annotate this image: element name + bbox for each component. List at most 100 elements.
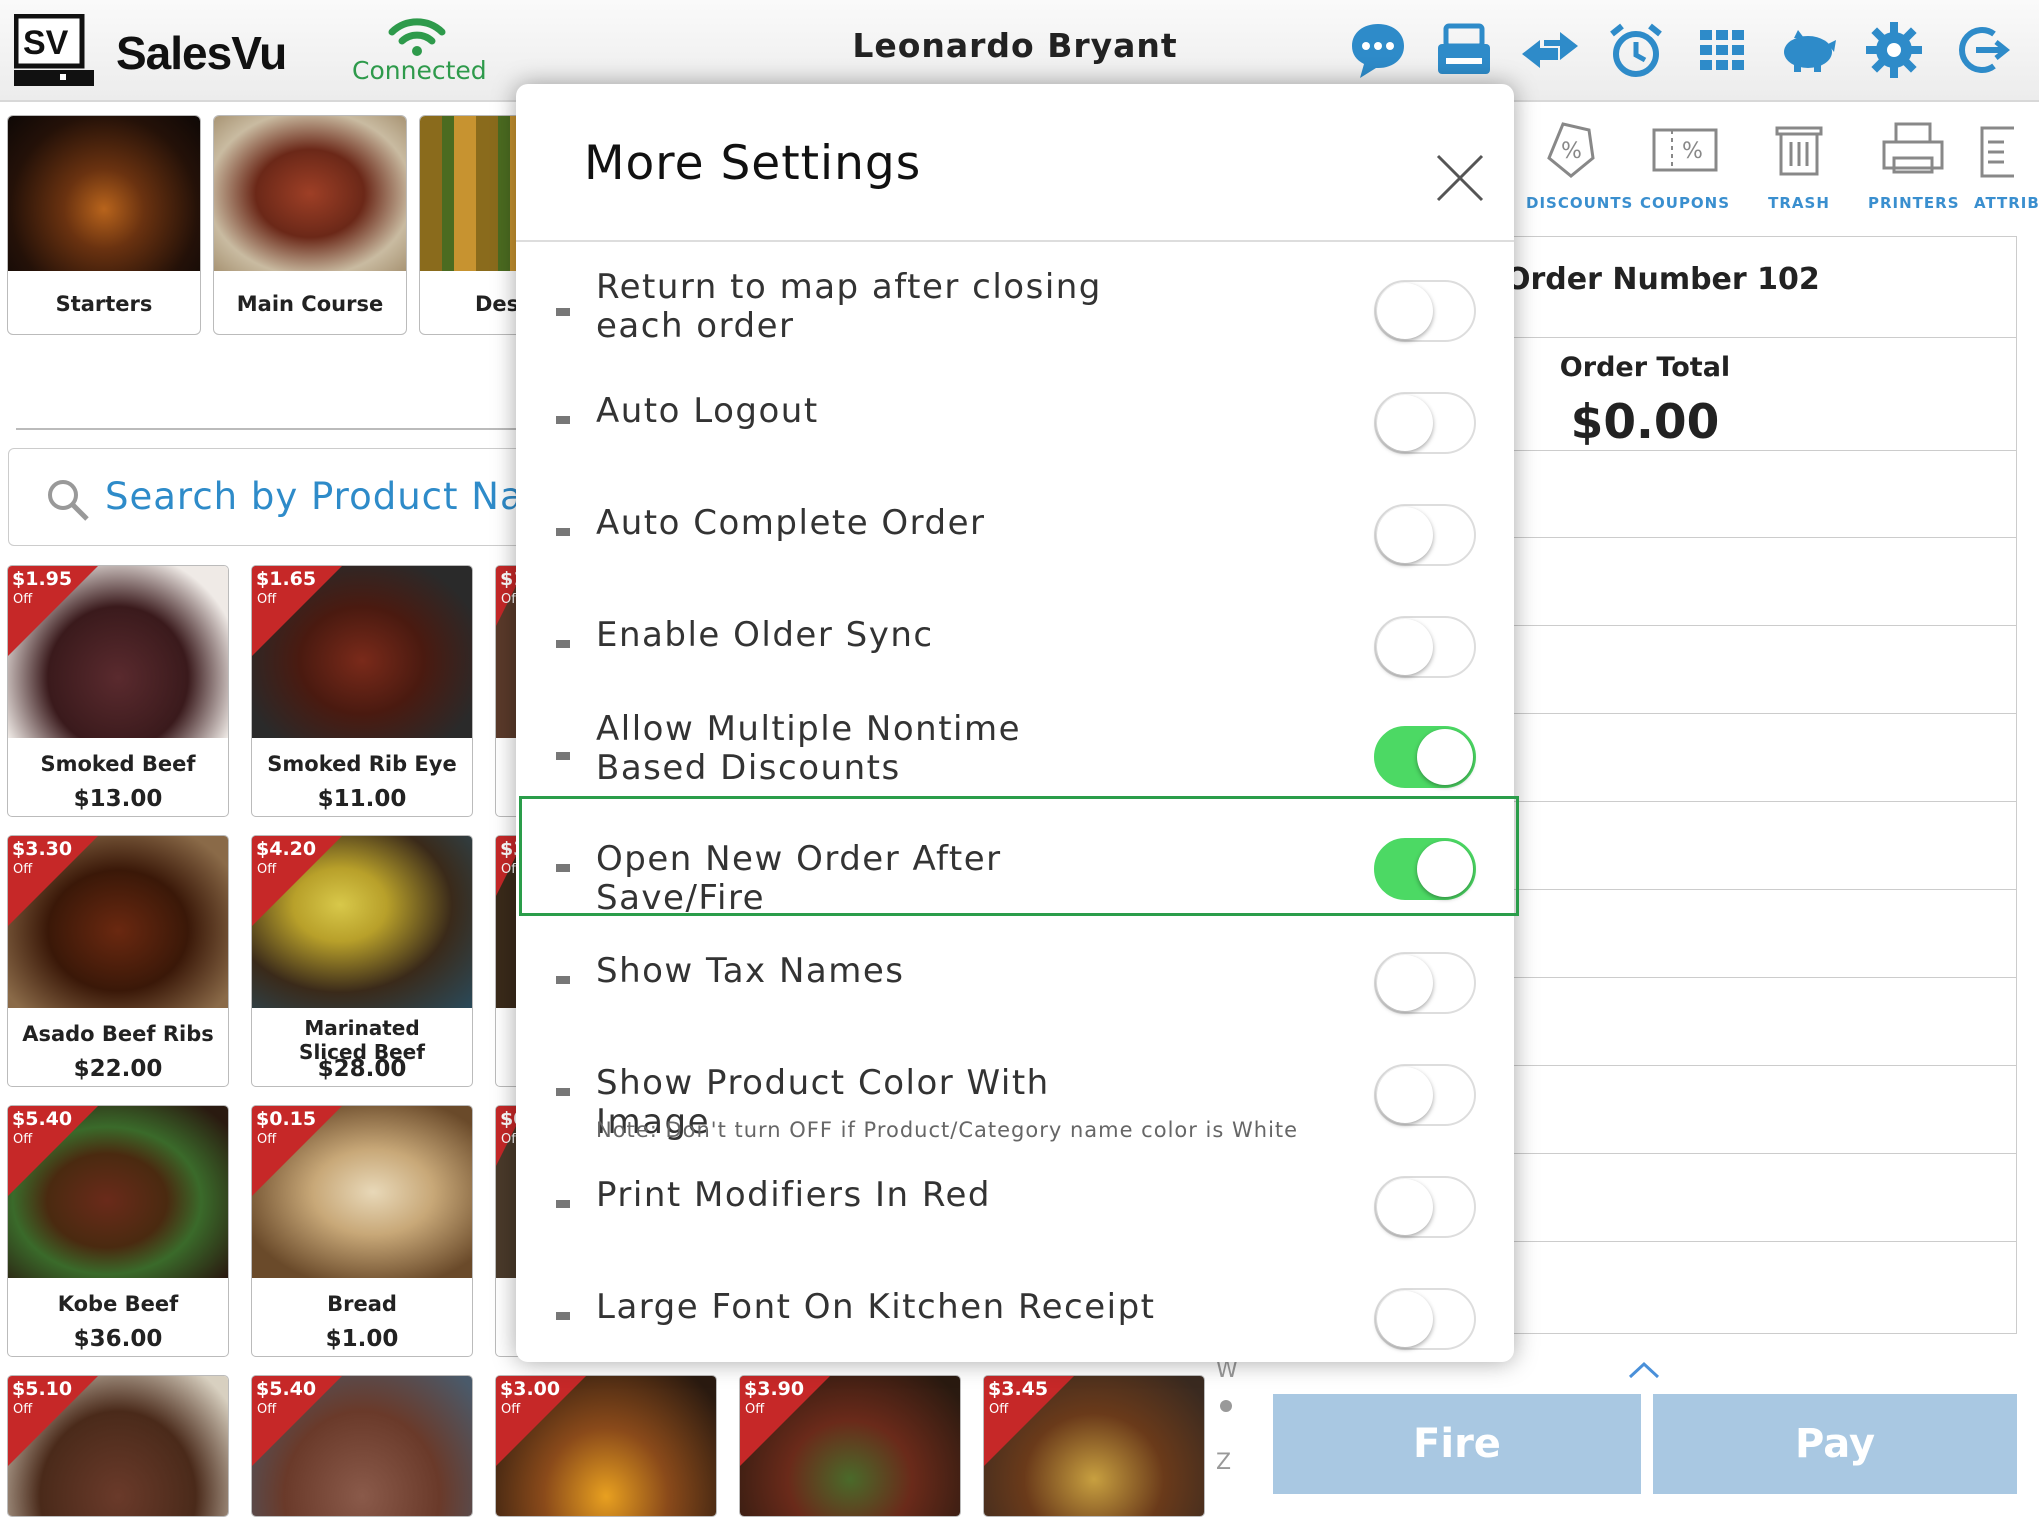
discount-off-label: Off	[257, 592, 277, 607]
setting-toggle[interactable]	[1374, 1064, 1476, 1126]
discount-amount: $5.40	[256, 1378, 317, 1400]
piggy-bank-icon[interactable]	[1776, 18, 1840, 82]
discount-off-label: Of	[501, 592, 516, 607]
fire-button[interactable]: Fire	[1273, 1394, 1641, 1494]
product-tile[interactable]: $5.10 Off	[7, 1375, 229, 1517]
grid-icon[interactable]	[1690, 18, 1754, 82]
product-marinated-sliced-beef[interactable]: $4.20 Off Marinated Sliced Beef $28.00	[251, 835, 473, 1087]
setting-print-modifiers-red: Print Modifiers In Red	[516, 1158, 1514, 1270]
divider	[1450, 889, 2016, 890]
category-image	[8, 116, 200, 271]
discount-amount: $1.95	[12, 568, 73, 590]
setting-toggle[interactable]	[1374, 616, 1476, 678]
logout-icon[interactable]	[1948, 18, 2012, 82]
product-tile[interactable]: $3.90 Off	[739, 1375, 961, 1517]
product-bread[interactable]: $0.15 Off Bread $1.00	[251, 1105, 473, 1357]
coupons-label: COUPONS	[1640, 194, 1731, 212]
divider	[1450, 450, 2016, 451]
discount-off-label: Off	[257, 1132, 277, 1147]
category-label: Starters	[55, 292, 153, 316]
close-icon[interactable]	[1432, 150, 1488, 206]
discount-off-label: Off	[745, 1402, 765, 1417]
alarm-clock-icon[interactable]	[1604, 18, 1668, 82]
setting-toggle[interactable]	[1374, 1288, 1476, 1350]
setting-label: Auto Logout	[596, 391, 819, 431]
bullet-icon	[556, 1200, 570, 1208]
clipboard-icon	[1980, 126, 2024, 178]
connection-label: Connected	[352, 56, 487, 85]
setting-label: Return to map after closing each order	[596, 267, 1102, 346]
setting-toggle[interactable]	[1374, 280, 1476, 342]
divider	[1450, 1153, 2016, 1154]
product-smoked-rib-eye[interactable]: $1.65 Off Smoked Rib Eye $11.00	[251, 565, 473, 817]
product-kobe-beef[interactable]: $5.40 Off Kobe Beef $36.00	[7, 1105, 229, 1357]
setting-toggle[interactable]	[1374, 726, 1476, 788]
product-name: Kobe Beef	[57, 1292, 179, 1316]
divider	[1450, 713, 2016, 714]
product-name: Smoked Rib Eye	[267, 752, 457, 776]
discount-off-label: Off	[257, 862, 277, 877]
discount-off-label: Off	[501, 1402, 521, 1417]
chevron-up-icon[interactable]	[1627, 1360, 1661, 1380]
trash-icon	[1775, 126, 1823, 176]
discount-off-label: Off	[13, 592, 33, 607]
setting-label: Large Font On Kitchen Receipt	[596, 1287, 1156, 1327]
bullet-icon	[556, 308, 570, 316]
gear-icon[interactable]	[1862, 18, 1926, 82]
product-smoked-beef[interactable]: $1.95 Off Smoked Beef $13.00	[7, 565, 229, 817]
divider	[1450, 537, 2016, 538]
alpha-index-dot[interactable]	[1220, 1400, 1232, 1412]
coupons-button[interactable]: % COUPONS	[1640, 118, 1730, 212]
divider	[1450, 1241, 2016, 1242]
search-placeholder: Search by Product Nam	[105, 475, 561, 518]
transfer-icon[interactable]	[1518, 18, 1582, 82]
product-tile[interactable]: $3.45 Off	[983, 1375, 1205, 1517]
svg-text:%: %	[1682, 139, 1703, 164]
printer-drawer-icon[interactable]	[1432, 18, 1496, 82]
discount-tag-icon: %	[1547, 122, 1595, 178]
app-name: SalesVu	[116, 27, 287, 79]
product-asado-beef-ribs[interactable]: $3.30 Off Asado Beef Ribs $22.00	[7, 835, 229, 1087]
printers-label: PRINTERS	[1868, 194, 1960, 212]
setting-auto-complete-order: Auto Complete Order	[516, 486, 1514, 598]
product-name: Smoked Beef	[40, 752, 196, 776]
category-main-course[interactable]: Main Course	[213, 115, 407, 335]
product-price: $22.00	[73, 1056, 163, 1082]
printers-button[interactable]: PRINTERS	[1868, 118, 1960, 212]
discount-off-label: Off	[13, 1132, 33, 1147]
setting-enable-older-sync: Enable Older Sync	[516, 598, 1514, 710]
product-price: $1.00	[325, 1326, 399, 1352]
attributes-button[interactable]: ATTRIBU	[1974, 118, 2039, 212]
discount-off-label: Of	[501, 862, 516, 877]
alpha-index-z[interactable]: Z	[1216, 1450, 1231, 1475]
setting-toggle[interactable]	[1374, 504, 1476, 566]
setting-return-to-map: Return to map after closing each order	[516, 258, 1514, 370]
highlight-box	[519, 796, 1519, 916]
divider	[1450, 625, 2016, 626]
setting-toggle[interactable]	[1374, 392, 1476, 454]
svg-text:%: %	[1561, 139, 1582, 164]
trash-button[interactable]: TRASH	[1754, 118, 1844, 212]
discount-amount: $0.15	[256, 1108, 317, 1130]
discounts-button[interactable]: % DISCOUNTS	[1526, 118, 1632, 212]
chat-icon[interactable]	[1346, 18, 1410, 82]
order-number: Order Number 102	[1505, 262, 1820, 297]
product-tile[interactable]: $3.00 Off	[495, 1375, 717, 1517]
search-input[interactable]: Search by Product Nam	[8, 448, 590, 546]
product-tile[interactable]: $5.40 Off	[251, 1375, 473, 1517]
setting-label: Auto Complete Order	[596, 503, 986, 543]
user-name: Leonardo Bryant	[852, 26, 1178, 65]
setting-label: Enable Older Sync	[596, 615, 934, 655]
divider	[1450, 337, 2016, 338]
category-starters[interactable]: Starters	[7, 115, 201, 335]
setting-show-product-color: Show Product Color With Image Note: Don'…	[516, 1046, 1514, 1158]
bullet-icon	[556, 1088, 570, 1096]
pay-button[interactable]: Pay	[1653, 1394, 2017, 1494]
setting-toggle[interactable]	[1374, 1176, 1476, 1238]
bullet-icon	[556, 1312, 570, 1320]
product-name: Bread	[327, 1292, 397, 1316]
setting-label: Print Modifiers In Red	[596, 1175, 991, 1215]
salesvu-logo-icon: SV	[13, 13, 94, 86]
trash-label: TRASH	[1768, 194, 1830, 212]
setting-toggle[interactable]	[1374, 952, 1476, 1014]
